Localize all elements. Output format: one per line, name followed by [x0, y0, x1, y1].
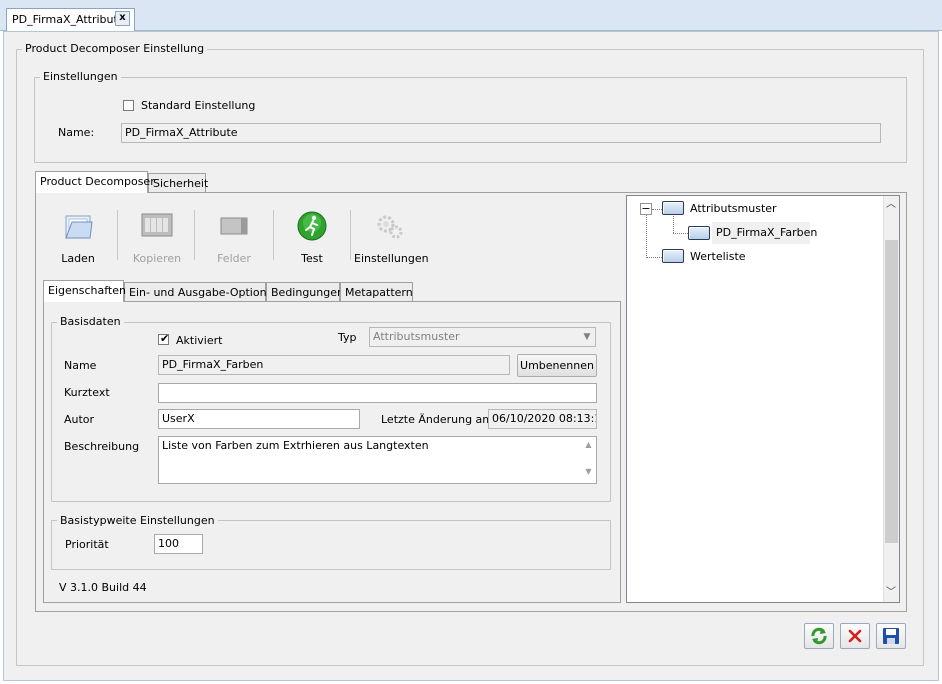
save-button[interactable] [876, 623, 906, 649]
typ-select-value: Attributsmuster [373, 330, 460, 343]
refresh-icon [811, 627, 827, 645]
tree-scrollbar-thumb[interactable] [885, 240, 898, 543]
copy-icon [141, 213, 173, 237]
toolbar-separator [117, 210, 118, 260]
refresh-button[interactable] [804, 623, 834, 649]
gears-icon [377, 215, 403, 239]
close-tab-icon[interactable]: x [115, 11, 130, 26]
rename-button[interactable]: Umbenennen [517, 354, 597, 377]
close-icon [848, 629, 862, 643]
beschreibung-scrollbar[interactable]: ▲ ▼ [581, 437, 596, 483]
test-button[interactable]: Test [284, 210, 340, 270]
toolbar-separator [194, 210, 195, 260]
prioritaet-field[interactable]: 100 [154, 534, 203, 554]
standard-checkbox[interactable] [123, 100, 134, 111]
tree-item-attributsmuster[interactable]: Attributsmuster [690, 202, 777, 215]
tree-item-pd-firmax-farben[interactable]: PD_FirmaX_Farben [716, 226, 817, 239]
beschreibung-label: Beschreibung [64, 440, 140, 453]
load-label: Laden [61, 252, 95, 265]
test-label: Test [301, 252, 323, 265]
autor-label: Autor [64, 413, 95, 426]
basistyp-legend: Basistypweite Einstellungen [57, 514, 218, 527]
fields-icon [220, 217, 248, 235]
standard-label: Standard Einstellung [141, 99, 256, 112]
settings-legend: Einstellungen [40, 70, 121, 83]
basistyp-group [51, 520, 611, 570]
tab-ein-ausgabe[interactable]: Ein- und Ausgabe-Optionen [124, 282, 280, 302]
prioritaet-label: Priorität [65, 538, 109, 551]
last-change-field[interactable]: 06/10/2020 08:13:10 [488, 409, 597, 429]
aktiviert-checkbox[interactable]: ✔ [158, 332, 169, 345]
folder-icon [65, 215, 93, 239]
autor-field[interactable]: UserX [158, 409, 360, 429]
tab-product-decomposer[interactable]: Product Decomposer [35, 171, 155, 193]
copy-button[interactable]: Kopieren [126, 210, 188, 270]
name-label: Name [64, 359, 97, 372]
chevron-down-icon[interactable]: ▼ [580, 329, 594, 345]
basisdaten-legend: Basisdaten [57, 315, 124, 328]
cancel-button[interactable] [840, 623, 870, 649]
toolbar-separator [273, 210, 274, 260]
settings-name-field[interactable]: PD_FirmaX_Attribute [121, 123, 881, 143]
tab-metapattern[interactable]: Metapattern [340, 282, 413, 302]
document-tab-label: PD_FirmaX_Attribute [12, 13, 125, 26]
typ-select[interactable]: Attributsmuster [369, 327, 596, 347]
fields-label: Felder [217, 252, 251, 265]
save-icon [883, 628, 899, 644]
typ-label: Typ [338, 331, 357, 344]
settings-button[interactable]: Einstellungen [354, 210, 429, 270]
document-tab-bar [0, 0, 942, 31]
node-icon [688, 226, 710, 240]
chevron-up-icon[interactable]: ︿ [885, 199, 897, 211]
node-icon [662, 201, 684, 215]
outer-group-title: Product Decomposer Einstellung [22, 42, 208, 55]
beschreibung-textarea[interactable]: Liste von Farben zum Extrhieren aus Lang… [158, 436, 597, 484]
settings-name-label: Name: [58, 126, 95, 139]
node-icon [662, 249, 684, 263]
aktiviert-label: Aktiviert [176, 334, 223, 347]
run-icon [297, 211, 327, 241]
load-button[interactable]: Laden [50, 210, 106, 270]
version-label: V 3.1.0 Build 44 [59, 581, 147, 594]
chevron-down-icon[interactable]: ﹀ [885, 587, 897, 599]
kurztext-field[interactable] [158, 383, 597, 403]
settings-group [34, 77, 907, 163]
name-field[interactable]: PD_FirmaX_Farben [158, 355, 510, 375]
tab-sicherheit[interactable]: Sicherheit [148, 173, 208, 193]
settings-label: Einstellungen [354, 252, 429, 265]
tree-collapse-icon[interactable]: − [640, 203, 652, 215]
fields-button[interactable]: Felder [205, 210, 263, 270]
chevron-down-icon[interactable]: ▼ [581, 467, 596, 476]
tree-item-werteliste[interactable]: Werteliste [690, 250, 746, 263]
last-change-label: Letzte Änderung am [381, 413, 494, 426]
tab-bedingungen[interactable]: Bedingungen [266, 282, 344, 302]
tab-eigenschaften[interactable]: Eigenschaften [43, 280, 126, 302]
chevron-up-icon[interactable]: ▲ [581, 440, 596, 449]
copy-label: Kopieren [132, 252, 182, 265]
toolbar-separator [350, 210, 351, 260]
kurztext-label: Kurztext [64, 386, 110, 399]
